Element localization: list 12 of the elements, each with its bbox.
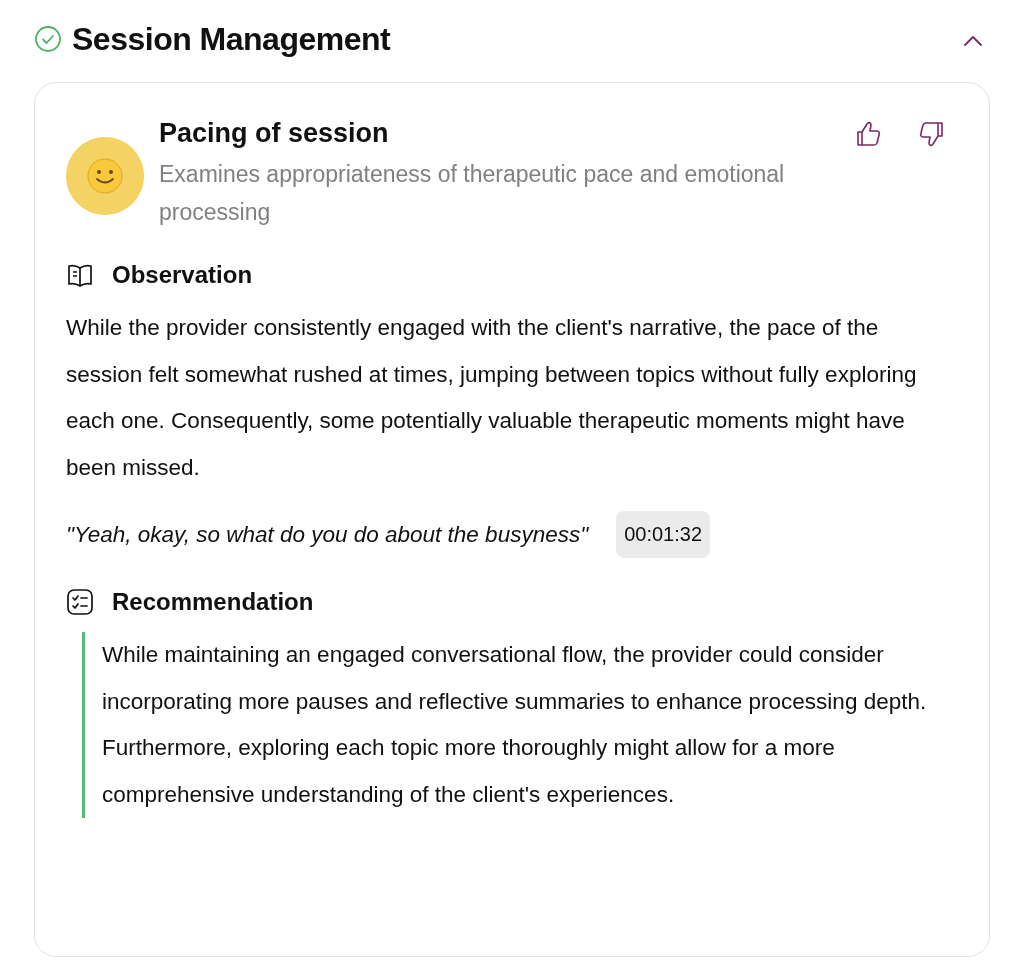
book-icon — [66, 262, 94, 288]
transcript-quote: "Yeah, okay, so what do you do about the busyness" — [66, 521, 589, 548]
checklist-icon — [66, 588, 94, 616]
section-title: Session Management — [72, 20, 392, 58]
recommendation-text: While maintaining an engaged conversational flow, the provider could consider incorporating more pauses and reflective summaries to enhance processing depth. Furthermore, exploring each topic more thoroughly might allow for a more comprehensive understanding of the client's experiences. — [82, 632, 959, 818]
recommendation-heading: Recommendation — [112, 588, 314, 616]
criterion-description: Examines appropriateness of therapeutic pace and emotional processing — [159, 160, 786, 227]
smiley-icon — [66, 137, 144, 215]
criterion-title: Pacing of session — [159, 117, 390, 150]
timestamp[interactable]: 00:01:32 — [616, 511, 711, 558]
observation-text: While the provider consistently engaged with the client's narrative, the pace of the session felt somewhat rushed at times, jumping between topics without fully exploring each one. Consequently, some potentially valuable therapeutic moments might have been missed. — [66, 314, 918, 482]
observation-heading: Observation — [112, 261, 253, 289]
